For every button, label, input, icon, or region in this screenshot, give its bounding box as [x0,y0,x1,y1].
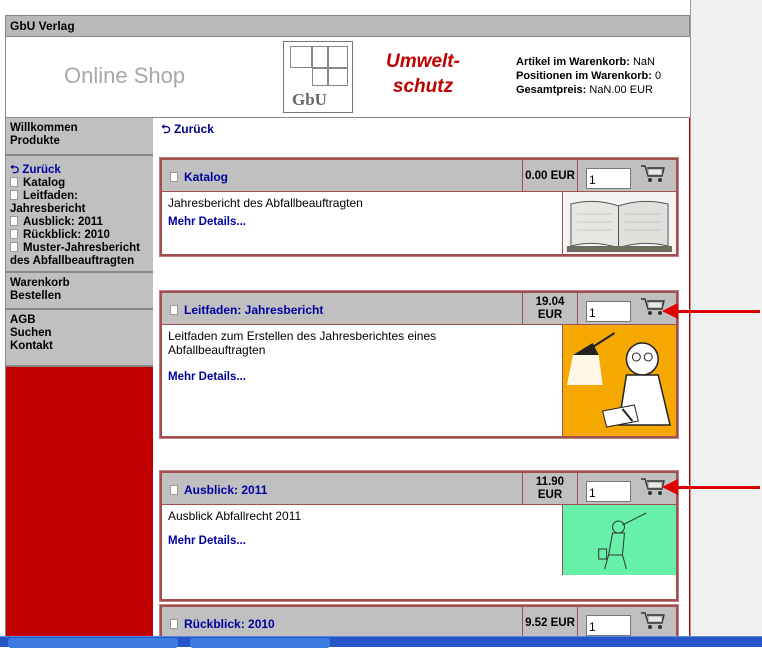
sidebar-product-nav: ⮌ Zurück Katalog Leitfaden: Jahresberich… [6,156,153,273]
banner: Online Shop GbU Umwelt- schutz Artikel i… [5,37,690,118]
quantity-input[interactable]: 1 [586,168,631,189]
document-icon [10,190,18,200]
gbu-logo: GbU [283,41,353,113]
nav-warenkorb[interactable]: Warenkorb [10,277,149,290]
document-icon [10,216,18,226]
quantity-input[interactable]: 1 [586,301,631,322]
product-price: 11.90 EUR [522,473,578,505]
product-card: Katalog 0.00 EUR 1 Jahresbericht des Abf… [159,157,679,257]
nav-back-link[interactable]: ⮌ Zurück [10,164,149,177]
nav-item-rueckblick[interactable]: Rückblick: 2010 [10,229,149,242]
logo-text: GbU [292,90,327,109]
more-details-link[interactable]: Mehr Details... [168,216,246,228]
product-description: Ausblick Abfallrecht 2011 [168,509,302,523]
product-card: Leitfaden: Jahresbericht 19.04 EUR 1 Lei… [159,290,679,439]
product-title-link[interactable]: Ausblick: 2011 [170,483,267,497]
document-icon [10,242,18,252]
document-icon [10,177,18,187]
sidebar-cart-nav: Warenkorb Bestellen [6,273,153,310]
product-title-link[interactable]: Leitfaden: Jahresbericht [170,303,323,317]
site-title: GbU Verlag [10,19,75,33]
cart-summary: Artikel im Warenkorb: NaN Positionen im … [516,56,662,96]
product-card: Ausblick: 2011 11.90 EUR 1 Ausblick Abfa… [159,470,679,602]
umweltschutz-heading: Umwelt- schutz [386,51,460,97]
annotation-arrow [662,303,760,319]
browser-window: GbU Verlag Online Shop GbU Umwelt- schut… [0,0,762,648]
right-empty-pane [690,0,762,636]
product-header: Ausblick: 2011 11.90 EUR 1 [162,473,676,505]
product-description: Leitfaden zum Erstellen des Jahresberich… [168,329,437,357]
add-to-cart-icon[interactable] [640,611,666,631]
more-details-link[interactable]: Mehr Details... [168,371,246,383]
product-title-link[interactable]: Katalog [170,170,228,184]
back-arrow-icon: ⮌ [10,164,23,176]
online-shop-text: Online Shop [64,63,186,88]
nav-suchen[interactable]: Suchen [10,327,149,340]
nav-agb[interactable]: AGB [10,314,149,327]
document-icon [10,229,18,239]
quantity-input[interactable]: 1 [586,615,631,636]
product-price: 0.00 EUR [522,160,578,192]
os-taskbar [0,636,762,648]
nav-willkommen[interactable]: Willkommen [10,122,149,135]
sidebar-info-nav: AGB Suchen Kontakt [6,310,153,367]
product-title-link[interactable]: Rückblick: 2010 [170,617,275,631]
document-icon [170,619,178,629]
nav-kontakt[interactable]: Kontakt [10,340,149,353]
document-icon [170,172,178,182]
catalog-book-image [562,192,676,254]
product-body: Jahresbericht des Abfallbeauftragten Meh… [162,192,676,254]
product-price: 19.04 EUR [522,293,578,325]
back-arrow-icon: ⮌ [161,122,174,136]
annotation-arrow [662,479,760,495]
product-price: 9.52 EUR [522,607,578,639]
product-header: Rückblick: 2010 9.52 EUR 1 [162,607,676,639]
main-content: ⮌ Zurück Katalog 0.00 EUR 1 Jahresberich… [153,118,690,646]
add-to-cart-icon[interactable] [640,164,666,184]
sidebar: Willkommen Produkte ⮌ Zurück Katalog Lei… [5,118,153,636]
nav-produkte[interactable]: Produkte [10,135,149,148]
nav-item-leitfaden[interactable]: Leitfaden: Jahresbericht [10,190,149,216]
product-header: Katalog 0.00 EUR 1 [162,160,676,192]
product-description: Jahresbericht des Abfallbeauftragten [168,196,363,210]
product-header: Leitfaden: Jahresbericht 19.04 EUR 1 [162,293,676,325]
nav-item-katalog[interactable]: Katalog [10,177,149,190]
nav-bestellen[interactable]: Bestellen [10,290,149,303]
man-writing-image [562,325,676,436]
sidebar-main-nav: Willkommen Produkte [6,118,153,156]
nav-item-muster[interactable]: Muster-Jahresbericht des Abfallbeauftrag… [10,242,149,268]
content-back-link[interactable]: ⮌ Zurück [161,120,214,141]
product-body: Ausblick Abfallrecht 2011 Mehr Details..… [162,505,676,599]
document-icon [170,305,178,315]
quantity-input[interactable]: 1 [586,481,631,502]
product-body: Leitfaden zum Erstellen des Jahresberich… [162,325,676,436]
man-telescope-image [562,505,676,575]
site-title-bar: GbU Verlag [5,15,690,37]
nav-item-ausblick[interactable]: Ausblick: 2011 [10,216,149,229]
more-details-link[interactable]: Mehr Details... [168,535,246,547]
document-icon [170,485,178,495]
